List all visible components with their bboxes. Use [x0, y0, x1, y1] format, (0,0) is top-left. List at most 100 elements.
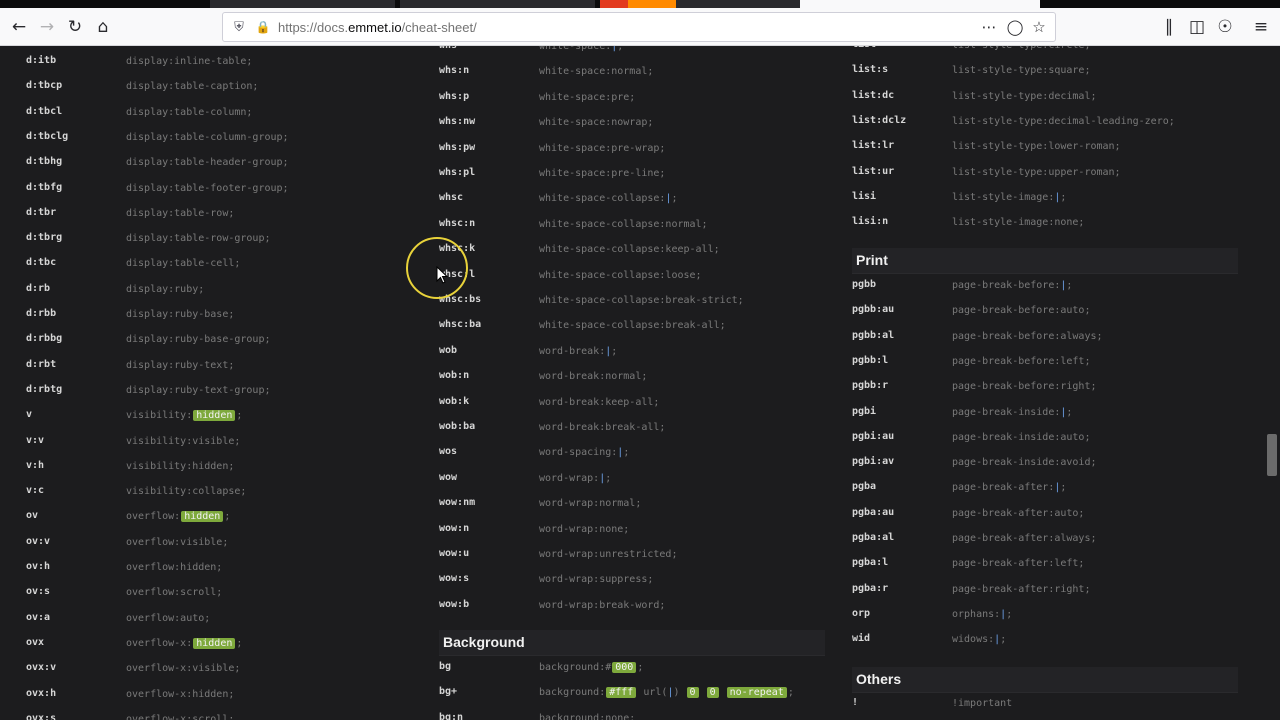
library-icon[interactable]: ∥	[1156, 14, 1182, 40]
vertical-scrollbar[interactable]	[1264, 46, 1280, 720]
snippet-abbreviation: d:rbbg	[26, 333, 63, 345]
snippet-expansion: white-space:nowrap;	[539, 117, 653, 128]
browser-tab[interactable]	[210, 0, 395, 8]
more-icon[interactable]: ⋯	[977, 15, 1001, 39]
placeholder-highlight: hidden	[181, 511, 224, 523]
snippet-abbreviation: d:rbtg	[26, 383, 63, 395]
snippet-abbreviation: whs:nw	[439, 116, 476, 128]
snippet-expansion: white-space:pre-line;	[539, 168, 665, 179]
snippet-text: word-break:normal;	[539, 371, 648, 383]
snippet-abbreviation: !	[852, 697, 859, 708]
snippet-text: white-space:nowrap;	[539, 117, 654, 129]
snippet-text: ;	[1060, 482, 1067, 494]
snippet-abbreviation: whs:pl	[439, 167, 476, 178]
snippet-text: ;	[1066, 406, 1073, 418]
snippet-abbreviation: d:tbc	[26, 257, 57, 269]
snippet-text: list-style-type:lower-roman;	[952, 141, 1121, 153]
sidebar-icon[interactable]: ◫	[1184, 14, 1210, 40]
snippet-text: ;	[236, 410, 243, 422]
snippet-expansion: display:table-footer-group;	[126, 183, 289, 194]
snippet-abbreviation: wob	[439, 344, 458, 356]
snippet-text: list-style-type:decimal;	[952, 90, 1097, 102]
snippet-expansion: word-break:|;	[539, 346, 617, 357]
snippet-abbreviation: lisi	[852, 190, 877, 202]
back-icon[interactable]: ←	[6, 14, 32, 40]
snippet-abbreviation: ovx:h	[26, 687, 57, 699]
snippet-abbreviation: pgba:l	[852, 557, 889, 569]
snippet-abbreviation: whsc:ba	[439, 319, 482, 331]
snippet-abbreviation: d:tbrg	[26, 232, 63, 244]
snippet-expansion: display:table-cell;	[126, 258, 240, 269]
url-bar[interactable]: ⛨ 🔒 https://docs.emmet.io/cheat-sheet/ ⋯…	[222, 12, 1056, 42]
snippet-text: list-style-image:	[952, 191, 1055, 203]
snippet-abbreviation: wow:s	[439, 573, 470, 585]
snippet-text: ;	[671, 193, 678, 205]
snippet-abbreviation: d:tbclg	[26, 130, 69, 142]
snippet-expansion: page-break-before:auto;	[952, 305, 1090, 316]
snippet-expansion: orphans:|;	[952, 609, 1012, 620]
scrollbar-thumb[interactable]	[1267, 434, 1277, 476]
snippet-abbreviation: v:v	[26, 434, 45, 446]
browser-tab[interactable]	[676, 0, 800, 8]
snippet-text: list-style-image:none;	[952, 217, 1085, 229]
snippet-text: ;	[787, 687, 794, 699]
pocket-icon[interactable]: ◯	[1003, 15, 1027, 39]
snippet-text: overflow-x:	[126, 637, 193, 649]
snippet-expansion: overflow:auto;	[126, 613, 210, 624]
forward-icon[interactable]: →	[34, 14, 60, 40]
reload-icon[interactable]: ↻	[62, 14, 88, 40]
snippet-expansion: word-wrap:normal;	[539, 498, 641, 509]
url-text[interactable]: https://docs.emmet.io/cheat-sheet/	[278, 20, 477, 35]
snippet-abbreviation: d:rbb	[26, 308, 57, 319]
snippet-expansion: page-break-after:right;	[952, 584, 1090, 595]
snippet-expansion: page-break-before:|;	[952, 280, 1072, 291]
snippet-expansion: list-style-type:circle;	[952, 46, 1090, 51]
menu-icon[interactable]: ≡	[1248, 14, 1274, 40]
snippet-expansion: visibility:hidden;	[126, 410, 243, 422]
snippet-text: ;	[1060, 191, 1067, 203]
snippet-abbreviation: v:h	[26, 459, 45, 471]
snippet-expansion: visibility:collapse;	[126, 486, 246, 497]
snippet-text: display:ruby-text;	[126, 359, 235, 371]
snippet-expansion: display:table-column-group;	[126, 132, 289, 143]
tab-strip	[0, 0, 1280, 8]
snippet-text: white-space-collapse:break-strict;	[539, 295, 744, 306]
snippet-text: word-break:break-all;	[539, 422, 666, 433]
bookmark-star-icon[interactable]: ☆	[1027, 15, 1051, 39]
account-icon[interactable]: ☉	[1212, 14, 1238, 40]
snippet-abbreviation: bg+	[439, 686, 458, 698]
snippet-text: display:ruby-base-group;	[126, 334, 271, 346]
browser-tab-active[interactable]	[800, 0, 1040, 8]
snippet-abbreviation: whs	[439, 46, 457, 51]
shield-icon[interactable]: ⛨	[230, 20, 248, 35]
snippet-text: display:table-caption;	[126, 81, 259, 93]
snippet-abbreviation: ov:a	[26, 611, 51, 623]
snippet-text: !important	[952, 698, 1013, 709]
snippet-abbreviation: pgbb:al	[852, 329, 895, 341]
snippet-expansion: list-style-image:|;	[952, 192, 1066, 203]
snippet-expansion: white-space-collapse:break-strict;	[539, 295, 744, 306]
browser-tab[interactable]	[400, 0, 595, 8]
snippet-text: ;	[611, 345, 618, 357]
snippet-expansion: white-space:pre;	[539, 92, 635, 103]
snippet-expansion: !important	[952, 698, 1012, 709]
snippet-text: white-space-collapse:	[539, 193, 666, 205]
snippet-text: page-break-before:always;	[952, 330, 1103, 342]
snippet-abbreviation: list:s	[852, 64, 889, 76]
snippet-expansion: page-break-after:always;	[952, 533, 1097, 544]
snippet-text: word-break:	[539, 345, 606, 357]
home-icon[interactable]: ⌂	[90, 14, 116, 40]
lock-icon[interactable]: 🔒	[254, 20, 272, 34]
snippet-text: orphans:	[952, 608, 1001, 620]
browser-tab[interactable]	[628, 0, 676, 8]
snippet-abbreviation: pgba	[852, 481, 877, 493]
browser-tab-favicon[interactable]	[600, 0, 628, 8]
snippet-abbreviation: pgbb:l	[852, 354, 889, 366]
snippet-abbreviation: pgbb:au	[852, 304, 895, 316]
snippet-text: overflow:auto;	[126, 612, 211, 624]
snippet-text: word-spacing:	[539, 447, 618, 459]
snippet-abbreviation: list:ur	[852, 165, 895, 177]
snippet-expansion: page-break-after:auto;	[952, 508, 1084, 519]
snippet-text: display:ruby-text-group;	[126, 384, 271, 396]
snippet-expansion: white-space:|;	[539, 46, 623, 52]
